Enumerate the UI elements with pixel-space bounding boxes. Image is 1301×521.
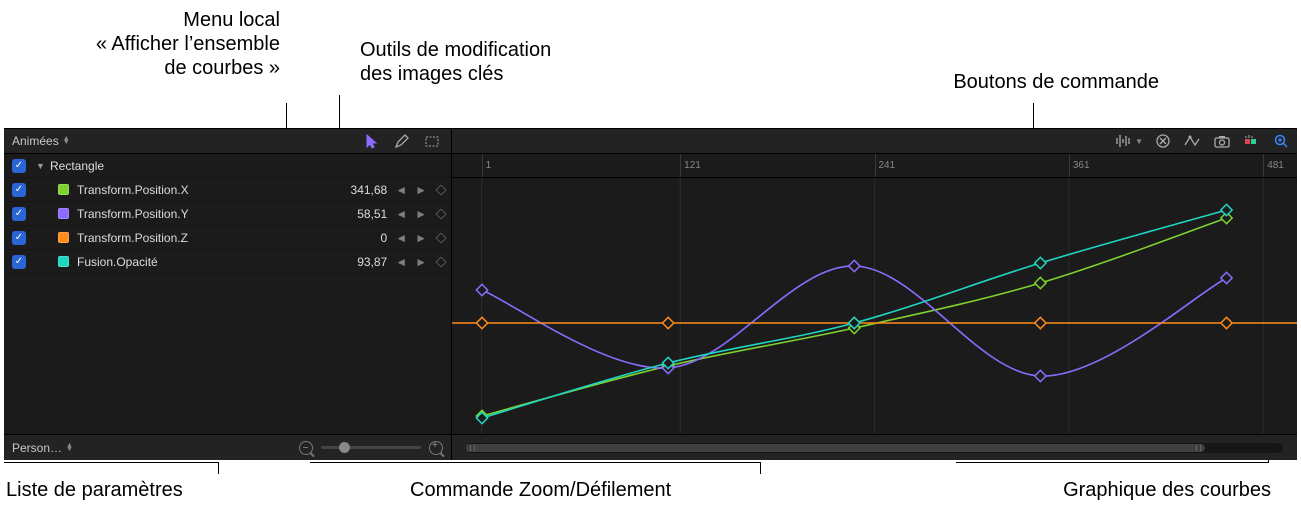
callout-keyframe-tools: Outils de modification des images clés <box>360 38 551 86</box>
keyframe-nav: ◄ ► <box>393 231 445 245</box>
popup-chevrons-icon: ▲▼ <box>66 444 73 452</box>
snapshot-button[interactable] <box>1213 133 1231 149</box>
select-tool[interactable] <box>363 132 381 150</box>
add-keyframe-button[interactable] <box>435 232 446 243</box>
zoom-button[interactable] <box>1273 133 1289 149</box>
zoom-in-button[interactable] <box>429 441 443 455</box>
group-name: Rectangle <box>50 159 104 173</box>
graph-footer <box>452 434 1297 460</box>
prev-keyframe-button[interactable]: ◄ <box>393 231 409 245</box>
zoom-slider-thumb[interactable] <box>339 442 350 453</box>
fit-curves-button[interactable] <box>1183 133 1201 149</box>
color-swatch-icon <box>58 208 69 219</box>
parameter-row[interactable]: ✓ Fusion.Opacité 93,87 ◄ ► <box>4 250 451 274</box>
callout-line <box>218 462 219 474</box>
parameter-name: Transform.Position.Y <box>77 207 189 221</box>
prev-keyframe-button[interactable]: ◄ <box>393 183 409 197</box>
parameter-name: Transform.Position.Z <box>77 231 188 245</box>
add-keyframe-button[interactable] <box>435 208 446 219</box>
curveset-popup-label: Animées <box>12 134 59 148</box>
visibility-checkbox[interactable]: ✓ <box>12 183 26 197</box>
color-swatch-icon <box>58 256 69 267</box>
callout-line <box>4 462 218 463</box>
ruler-tick: 241 <box>875 154 896 177</box>
footer-popup[interactable]: Person… ▲▼ <box>12 441 73 455</box>
parameter-list-footer: Person… ▲▼ <box>4 434 451 460</box>
color-swatch-icon <box>58 184 69 195</box>
audio-waveform-button[interactable]: ▼ <box>1115 133 1143 149</box>
ruler-tick: 361 <box>1069 154 1090 177</box>
command-buttons-group: ▼ <box>452 129 1297 153</box>
scroll-thumb[interactable] <box>466 444 1205 452</box>
toolbar: Animées ▲▼ ▼ <box>4 128 1297 154</box>
prev-keyframe-button[interactable]: ◄ <box>393 255 409 269</box>
keyframe-nav: ◄ ► <box>393 183 445 197</box>
callout-curve-graph: Graphique des courbes <box>1063 478 1271 502</box>
ruler-tick: 481 <box>1263 154 1284 177</box>
parameter-rows: ✓ ▼ Rectangle ✓ Transform.Position.X 341… <box>4 154 451 434</box>
editor-body: ✓ ▼ Rectangle ✓ Transform.Position.X 341… <box>4 154 1297 460</box>
curve-plot[interactable] <box>452 178 1297 434</box>
parameter-group-row[interactable]: ✓ ▼ Rectangle <box>4 154 451 178</box>
pencil-tool[interactable] <box>393 132 411 150</box>
parameter-row[interactable]: ✓ Transform.Position.X 341,68 ◄ ► <box>4 178 451 202</box>
curve-graph: 1 121 241 361 481 <box>452 154 1297 460</box>
zoom-out-button[interactable] <box>299 441 313 455</box>
zoom-slider[interactable] <box>321 446 421 449</box>
color-swatch-icon <box>58 232 69 243</box>
parameter-name: Fusion.Opacité <box>77 255 158 269</box>
timeline-ruler[interactable]: 1 121 241 361 481 <box>452 154 1297 178</box>
parameter-value[interactable]: 93,87 <box>337 255 393 269</box>
callout-zoom-scroll: Commande Zoom/Défilement <box>410 478 671 502</box>
add-keyframe-button[interactable] <box>435 184 446 195</box>
callout-line <box>339 95 340 128</box>
keyframe-tools-group <box>363 132 451 150</box>
ruler-tick: 1 <box>482 154 492 177</box>
disclosure-triangle-icon[interactable]: ▼ <box>36 161 46 171</box>
scroll-zoom-control[interactable] <box>466 443 1283 453</box>
next-keyframe-button[interactable]: ► <box>413 207 429 221</box>
visibility-checkbox[interactable]: ✓ <box>12 207 26 221</box>
view-mode-button[interactable] <box>1243 133 1261 149</box>
callout-line <box>956 462 1268 463</box>
keyframe-nav: ◄ ► <box>393 255 445 269</box>
callout-param-list: Liste de paramètres <box>6 478 183 502</box>
keyframe-editor-panel: Animées ▲▼ ▼ <box>4 128 1297 460</box>
add-keyframe-button[interactable] <box>435 256 446 267</box>
parameter-row[interactable]: ✓ Transform.Position.Y 58,51 ◄ ► <box>4 202 451 226</box>
next-keyframe-button[interactable]: ► <box>413 231 429 245</box>
parameter-list: ✓ ▼ Rectangle ✓ Transform.Position.X 341… <box>4 154 452 460</box>
parameter-value[interactable]: 341,68 <box>337 183 393 197</box>
callout-line <box>310 462 760 463</box>
parameter-value[interactable]: 58,51 <box>337 207 393 221</box>
curveset-popup[interactable]: Animées ▲▼ <box>4 134 78 148</box>
parameter-value[interactable]: 0 <box>337 231 393 245</box>
ruler-tick: 121 <box>680 154 701 177</box>
box-select-tool[interactable] <box>423 132 441 150</box>
parameter-name: Transform.Position.X <box>77 183 189 197</box>
callout-line <box>1033 103 1034 128</box>
visibility-checkbox[interactable]: ✓ <box>12 231 26 245</box>
next-keyframe-button[interactable]: ► <box>413 183 429 197</box>
popup-chevrons-icon: ▲▼ <box>63 137 70 145</box>
callout-curveset-popup: Menu local « Afficher l’ensemble de cour… <box>20 8 280 80</box>
callout-line <box>760 462 761 474</box>
toolbar-left: Animées ▲▼ <box>4 129 452 153</box>
clear-button[interactable] <box>1155 133 1171 149</box>
visibility-checkbox[interactable]: ✓ <box>12 159 26 173</box>
visibility-checkbox[interactable]: ✓ <box>12 255 26 269</box>
next-keyframe-button[interactable]: ► <box>413 255 429 269</box>
parameter-row[interactable]: ✓ Transform.Position.Z 0 ◄ ► <box>4 226 451 250</box>
prev-keyframe-button[interactable]: ◄ <box>393 207 409 221</box>
footer-popup-label: Person… <box>12 441 62 455</box>
keyframe-nav: ◄ ► <box>393 207 445 221</box>
callout-command-buttons: Boutons de commande <box>953 70 1159 94</box>
